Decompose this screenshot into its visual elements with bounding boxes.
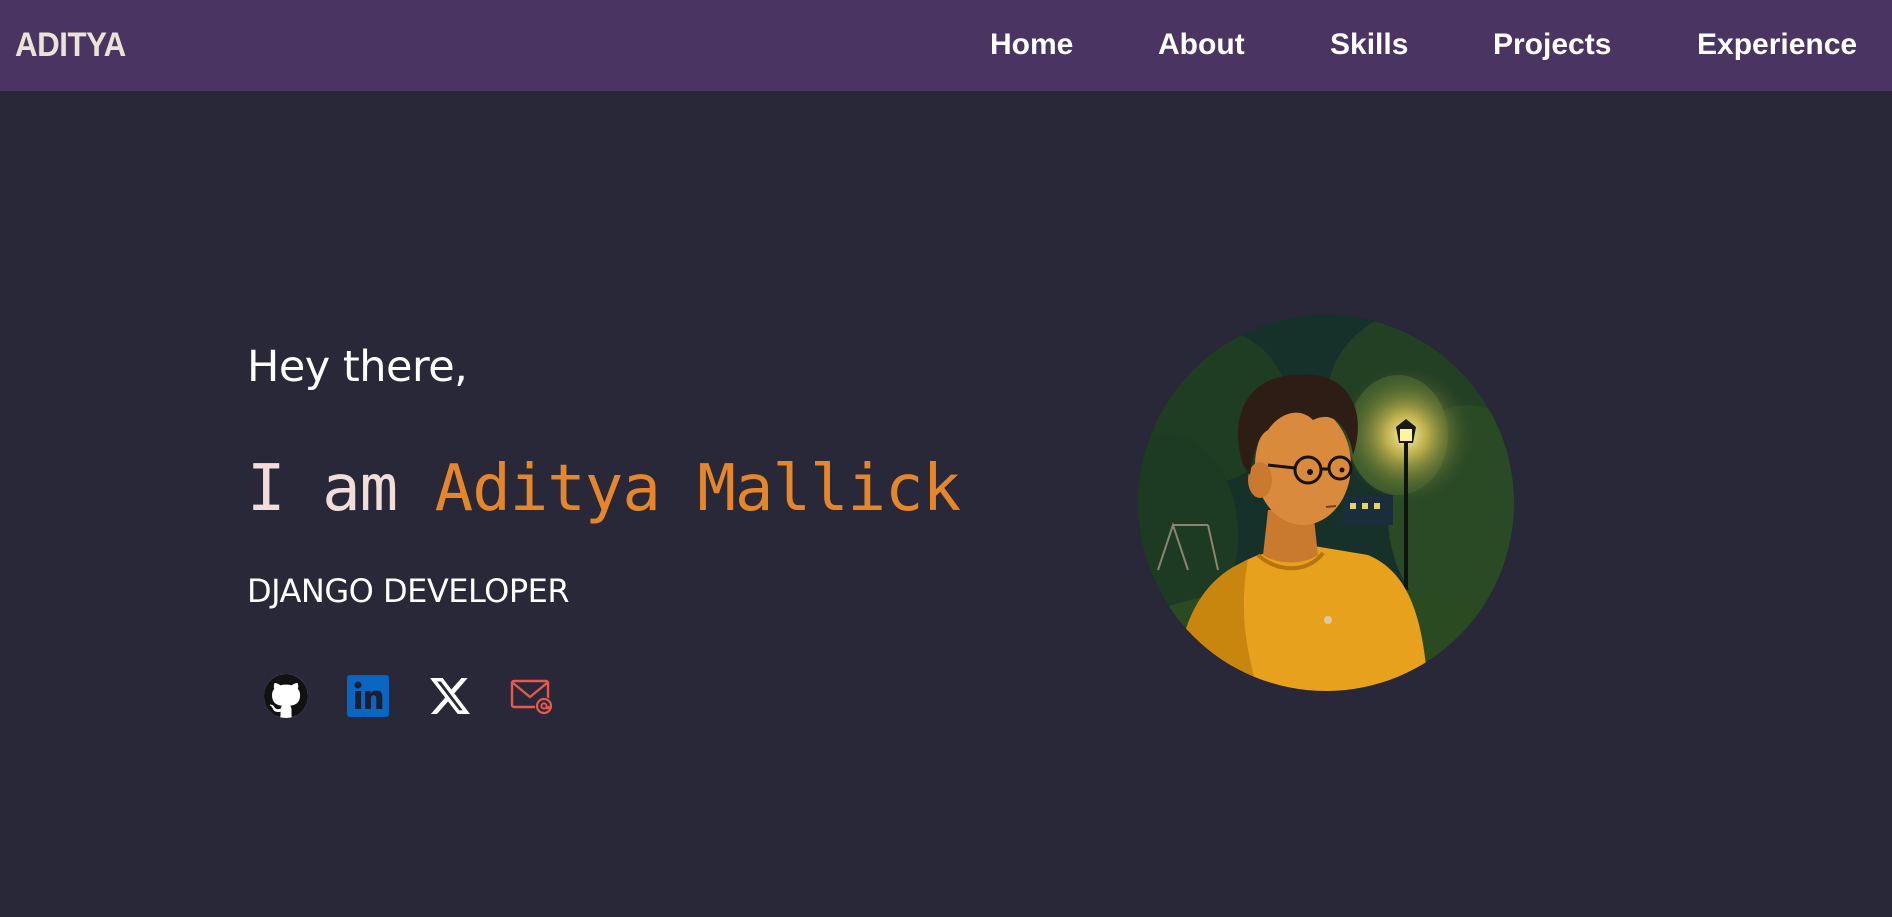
hero-role: DJANGO DEVELOPER — [247, 572, 570, 610]
hero-name-prefix: I am — [247, 452, 435, 526]
linkedin-link[interactable] — [344, 674, 392, 722]
hero-name-line: I am Aditya Mallick — [247, 452, 961, 526]
nav-link-projects[interactable]: Projects — [1493, 28, 1611, 62]
x-twitter-icon — [429, 676, 471, 721]
email-icon — [510, 676, 554, 721]
nav-link-experience[interactable]: Experience — [1697, 28, 1857, 62]
nav-link-home[interactable]: Home — [990, 28, 1073, 62]
nav-link-skills[interactable]: Skills — [1330, 28, 1408, 62]
nav-link-about[interactable]: About — [1158, 28, 1245, 62]
x-twitter-link[interactable] — [426, 674, 474, 722]
brand-logo[interactable]: ADITYA — [15, 26, 126, 65]
linkedin-icon — [347, 674, 389, 722]
navbar: ADITYA Home About Skills Projects Experi… — [0, 0, 1892, 91]
profile-avatar — [1138, 315, 1514, 691]
email-link[interactable] — [508, 674, 556, 722]
hero-name: Aditya Mallick — [434, 452, 961, 526]
github-icon — [264, 673, 308, 723]
github-link[interactable] — [262, 673, 310, 723]
hero-greeting: Hey there, — [247, 342, 468, 392]
